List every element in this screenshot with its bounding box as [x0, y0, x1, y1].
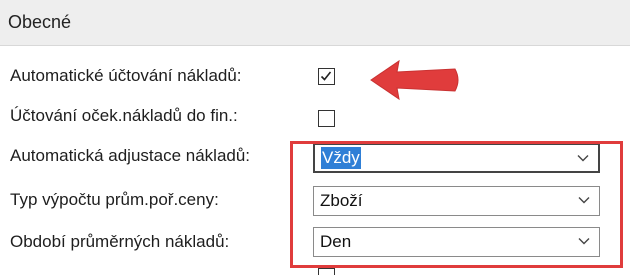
annotation-highlight-box	[290, 141, 623, 268]
auto-adjustment-label: Automatická adjustace nákladů:	[10, 146, 251, 165]
page: Obecné Automatické účtování nákladů: Účt…	[0, 0, 630, 275]
avg-cost-calc-type-label: Typ výpočtu prům.poř.ceny:	[10, 190, 219, 209]
avg-cost-period-label: Období průměrných nákladů:	[10, 232, 230, 251]
expected-cost-posting-checkbox[interactable]	[318, 110, 335, 127]
annotation-arrow-icon	[370, 59, 459, 101]
expected-cost-posting-label: Účtování oček.nákladů do fin.:	[10, 106, 238, 125]
next-row-checkbox[interactable]	[318, 268, 335, 275]
section-header[interactable]: Obecné	[0, 0, 630, 46]
auto-posting-checkbox[interactable]	[318, 68, 335, 85]
checkmark-icon	[320, 71, 332, 81]
section-title: Obecné	[8, 12, 72, 32]
auto-posting-label: Automatické účtování nákladů:	[10, 66, 242, 85]
